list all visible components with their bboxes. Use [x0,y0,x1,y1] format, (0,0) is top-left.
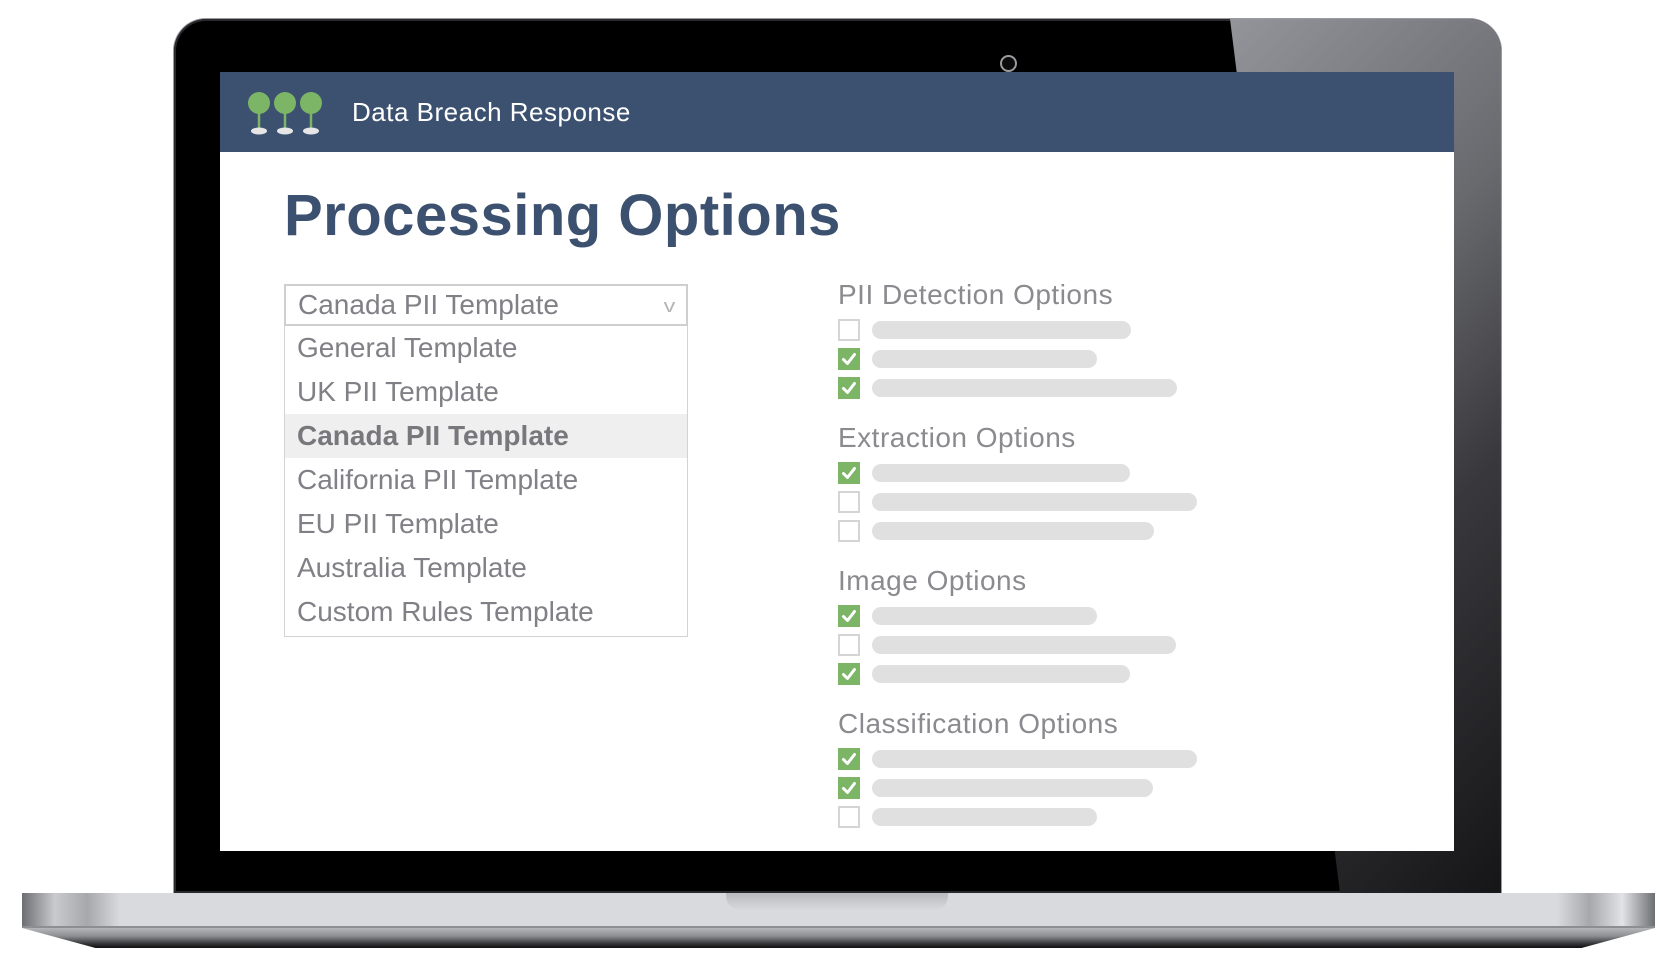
option-checkbox[interactable] [838,376,860,399]
template-option-custom-rules[interactable]: Custom Rules Template [285,590,687,634]
option-row [838,315,1338,344]
option-label-placeholder [872,664,1130,683]
option-row [838,630,1338,659]
classification-options-group: Classification Options [838,706,1338,831]
checkmark-icon [842,781,856,794]
template-options-list: General Template UK PII Template Canada … [284,326,688,637]
option-label-placeholder [872,521,1154,540]
camera-icon [1000,55,1017,72]
option-checkbox[interactable] [838,519,860,542]
option-row [838,373,1338,402]
app-title: Data Breach Response [352,97,631,127]
template-dropdown[interactable]: Canada PII Template v General Template U… [284,284,688,637]
option-label-placeholder [872,349,1097,368]
pii-detection-options-group: PII Detection Options [838,277,1338,402]
option-checkbox[interactable] [838,604,860,627]
option-label-placeholder [872,635,1176,654]
option-row [838,802,1338,831]
option-checkbox[interactable] [838,805,860,828]
option-label-placeholder [872,320,1131,339]
option-checkbox[interactable] [838,633,860,656]
option-label-placeholder [872,463,1130,482]
checkmark-icon [842,609,856,622]
checkmark-icon [842,466,856,479]
laptop-notch [726,893,948,910]
option-label-placeholder [872,606,1097,625]
app-header: Data Breach Response [220,72,1454,152]
option-row [838,487,1338,516]
template-select[interactable]: Canada PII Template v [284,284,688,326]
checkmark-icon [842,381,856,394]
template-option-uk-pii[interactable]: UK PII Template [285,370,687,414]
selected-template: Canada PII Template [298,289,559,320]
chevron-down-icon[interactable]: v [664,296,676,317]
option-row [838,344,1338,373]
three-trees-logo-icon [248,92,322,135]
page-title: Processing Options [284,183,841,248]
template-option-canada-pii[interactable]: Canada PII Template [285,414,687,458]
group-title: PII Detection Options [838,279,1114,310]
option-checkbox[interactable] [838,747,860,770]
extraction-options-group: Extraction Options [838,420,1338,545]
template-option-eu-pii[interactable]: EU PII Template [285,502,687,546]
group-title: Classification Options [838,708,1119,739]
template-option-general[interactable]: General Template [285,326,687,370]
option-label-placeholder [872,807,1097,826]
option-row [838,744,1338,773]
option-row [838,458,1338,487]
laptop-base-bottom [22,928,1655,948]
image-options-group: Image Options [838,563,1338,688]
checkmark-icon [842,667,856,680]
option-label-placeholder [872,749,1197,768]
option-checkbox[interactable] [838,347,860,370]
option-label-placeholder [872,778,1153,797]
option-row [838,773,1338,802]
group-title: Image Options [838,565,1027,596]
option-label-placeholder [872,378,1177,397]
option-row [838,659,1338,688]
option-checkbox[interactable] [838,461,860,484]
template-option-australia[interactable]: Australia Template [285,546,687,590]
template-option-california-pii[interactable]: California PII Template [285,458,687,502]
group-title: Extraction Options [838,422,1076,453]
option-checkbox[interactable] [838,662,860,685]
option-checkbox[interactable] [838,776,860,799]
option-label-placeholder [872,492,1197,511]
app-screen: Data Breach Response Processing Options … [220,72,1454,851]
option-groups: PII Detection Options Extraction Options… [838,277,1338,849]
option-row [838,516,1338,545]
option-checkbox[interactable] [838,318,860,341]
checkmark-icon [842,352,856,365]
option-checkbox[interactable] [838,490,860,513]
checkmark-icon [842,752,856,765]
option-row [838,601,1338,630]
